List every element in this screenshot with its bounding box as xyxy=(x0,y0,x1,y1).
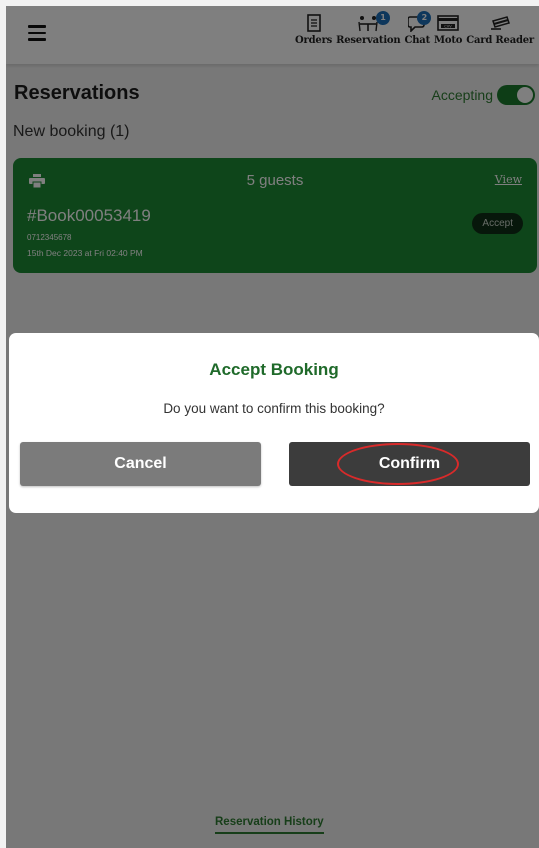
accept-booking-dialog: Accept Booking Do you want to confirm th… xyxy=(9,333,539,513)
dialog-message: Do you want to confirm this booking? xyxy=(163,401,385,416)
cancel-button[interactable]: Cancel xyxy=(20,442,261,486)
confirm-button[interactable]: Confirm xyxy=(289,442,530,486)
dialog-title: Accept Booking xyxy=(209,360,339,379)
